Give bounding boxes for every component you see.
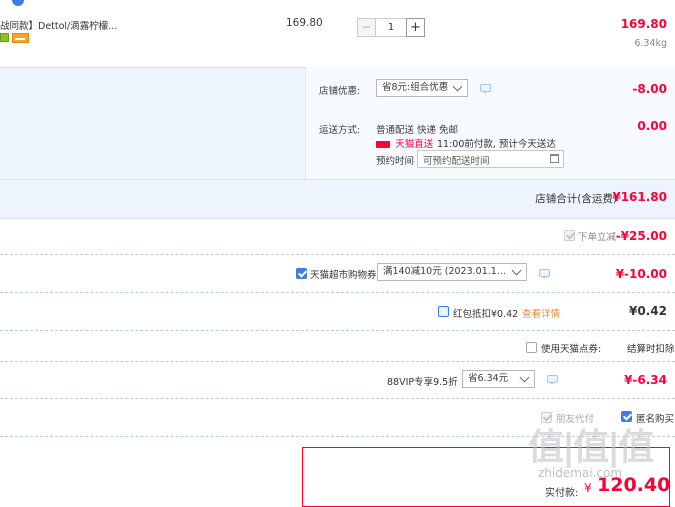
chat-icon[interactable] [480, 84, 491, 94]
coupon-select[interactable]: 满140减10元 (2023.01.1... [377, 263, 527, 281]
coupon-checkbox[interactable] [296, 268, 307, 279]
shop-discount-select[interactable]: 省8元:组合优惠 [376, 79, 468, 97]
divider [0, 398, 675, 399]
red-packet-details-link[interactable]: 查看详情 [522, 306, 560, 320]
tmall-direct-badge: 天猫直送 [376, 136, 433, 150]
coupon-amount: ¥-10.00 [615, 267, 667, 281]
points-label: 使用天猫点券: [541, 344, 602, 355]
product-title[interactable]: 战同款】Dettol/滴露柠檬... [0, 18, 117, 32]
divider [0, 254, 675, 255]
truck-icon [376, 140, 390, 148]
vip-label: 88VIP专享9.5折 [387, 377, 458, 388]
delivery-promise: 11:00前付款, 预计今天送达 [437, 139, 556, 150]
points-checkbox[interactable] [526, 342, 537, 353]
shop-total-amount: ¥161.80 [612, 190, 667, 204]
divider [0, 330, 675, 331]
red-packet-label: 红包抵扣¥0.42 [453, 309, 519, 320]
product-weight: 6.34kg [634, 38, 667, 49]
appointment-placeholder: 可预约配送时间 [423, 156, 490, 167]
shop-discount-select-value: 省8元:组合优惠 [382, 82, 449, 93]
chevron-down-icon [511, 265, 522, 276]
decrement-button[interactable]: − [357, 18, 376, 37]
chat-icon[interactable] [547, 375, 558, 385]
card-icon [12, 33, 29, 43]
unit-price: 169.80 [286, 17, 323, 29]
chevron-down-icon [452, 81, 463, 92]
points-note: 结算时扣除 [627, 344, 675, 355]
increment-button[interactable]: + [406, 18, 425, 37]
appointment-label: 预约时间 [376, 156, 415, 167]
shipping-amount: 0.00 [637, 119, 667, 133]
divider [0, 292, 675, 293]
vip-select[interactable]: 省6.34元 [462, 370, 535, 388]
coupon-label: 天猫超市购物券 [310, 270, 377, 281]
instant-discount-amount: -¥25.00 [615, 229, 667, 243]
red-packet-amount: ¥0.42 [629, 304, 667, 318]
coupon-select-value: 满140减10元 (2023.01.1... [383, 266, 506, 277]
watermark-site: zhidemai.com [538, 466, 623, 480]
shop-discount-label: 店铺优惠: [319, 86, 361, 97]
vip-select-value: 省6.34元 [468, 373, 509, 384]
shipping-method: 普通配送 快递 免邮 [376, 125, 459, 136]
appointment-time-field[interactable]: 可预约配送时间 [417, 150, 564, 168]
quantity-stepper[interactable]: − 1 + [357, 18, 427, 38]
chat-icon[interactable] [539, 269, 550, 279]
red-packet-checkbox[interactable] [438, 306, 449, 317]
quantity-input[interactable]: 1 [376, 18, 406, 37]
payment-label: 实付款: [545, 488, 579, 499]
divider [0, 361, 675, 362]
shipping-label: 运送方式: [319, 125, 361, 136]
tmall-direct-text: 天猫直送 [395, 139, 434, 150]
shop-total-label: 店铺合计(含运费) [535, 193, 617, 205]
chevron-down-icon [519, 372, 530, 383]
shop-discount-amount: -8.00 [632, 82, 667, 96]
watermark-logo: 值|值|值 [528, 427, 654, 468]
service-badge-icon [0, 33, 9, 42]
calendar-icon[interactable] [550, 154, 559, 163]
instant-discount-checkbox [564, 230, 575, 241]
instant-discount-label: 下单立减 [578, 232, 617, 243]
payment-currency: ¥ [584, 481, 592, 495]
info-icon [12, 0, 24, 6]
vip-amount: ¥-6.34 [624, 373, 667, 387]
product-subtotal: 169.80 [620, 17, 667, 31]
